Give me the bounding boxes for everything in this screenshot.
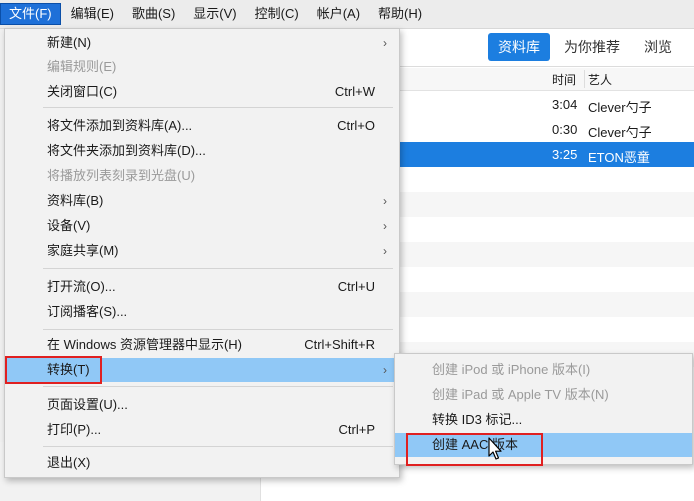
menu-edit[interactable]: 编辑(E) (63, 3, 122, 25)
menu-shortcut: Ctrl+U (337, 279, 375, 294)
empty-row (400, 192, 694, 217)
menu-shortcut: Ctrl+Shift+R (304, 337, 375, 352)
column-header-artist[interactable]: 艺人 (588, 71, 612, 88)
menu-item-home-sharing[interactable]: 家庭共享(M) › (5, 239, 399, 263)
menu-item-label: 打开流(O)... (47, 279, 116, 294)
song-artist: Clever勺子 (588, 100, 652, 115)
menu-item-label: 家庭共享(M) (47, 243, 119, 258)
menu-item-label: 将文件夹添加到资料库(D)... (47, 143, 206, 158)
submenu-item-ipod-iphone: 创建 iPod 或 iPhone 版本(I) (395, 358, 692, 382)
table-row[interactable]: 3:04 Clever勺子 (400, 92, 694, 117)
menu-item-subscribe-podcast[interactable]: 订阅播客(S)... (5, 300, 399, 324)
song-artist: Clever勺子 (588, 125, 652, 140)
menu-item-new[interactable]: 新建(N) › (5, 31, 399, 55)
tab-browse[interactable]: 浏览 (634, 33, 682, 61)
empty-row (400, 242, 694, 267)
view-tabs: 资料库 为你推荐 浏览 (488, 33, 682, 61)
menu-item-show-in-explorer[interactable]: 在 Windows 资源管理器中显示(H) Ctrl+Shift+R (5, 333, 399, 357)
menu-item-label: 退出(X) (47, 455, 91, 470)
menu-file[interactable]: 文件(F) (0, 3, 61, 25)
tab-library[interactable]: 资料库 (488, 33, 550, 61)
menu-item-label: 设备(V) (47, 218, 91, 233)
song-time: 0:30 (552, 122, 578, 137)
menu-item-label: 创建 iPad 或 Apple TV 版本(N) (432, 387, 609, 402)
mouse-cursor-icon (488, 437, 502, 460)
submenu-item-convert-id3[interactable]: 转换 ID3 标记... (395, 408, 692, 432)
file-menu-dropdown: 新建(N) › 编辑规则(E) 关闭窗口(C) Ctrl+W 将文件添加到资料库… (4, 28, 400, 478)
annotation-highlight-convert (5, 356, 102, 384)
menu-song[interactable]: 歌曲(S) (124, 3, 183, 25)
submenu-arrow-icon: › (383, 363, 387, 377)
tabs-divider (400, 66, 694, 67)
table-row[interactable]: 0:30 Clever勺子 (400, 117, 694, 142)
column-divider (584, 70, 585, 88)
song-time: 3:25 (552, 147, 578, 162)
menu-item-label: 打印(P)... (47, 422, 102, 437)
menu-item-open-stream[interactable]: 打开流(O)... Ctrl+U (5, 275, 399, 299)
menu-shortcut: Ctrl+P (338, 422, 375, 437)
annotation-highlight-create-aac (406, 433, 543, 466)
table-row-selected[interactable]: 3:25 ETON恶童 (400, 142, 694, 167)
menu-separator (43, 107, 393, 108)
column-header-time[interactable]: 时间 (552, 71, 576, 88)
submenu-item-ipad-appletv: 创建 iPad 或 Apple TV 版本(N) (395, 383, 692, 407)
song-table-header: 时间 艺人 (400, 68, 694, 91)
menu-item-label: 页面设置(U)... (47, 397, 128, 412)
submenu-arrow-icon: › (383, 36, 387, 50)
menu-item-exit[interactable]: 退出(X) (5, 451, 399, 475)
menu-item-label: 将文件添加到资料库(A)... (47, 118, 193, 133)
menu-item-label: 将播放列表刻录到光盘(U) (47, 168, 196, 183)
menu-item-library[interactable]: 资料库(B) › (5, 189, 399, 213)
menu-controls[interactable]: 控制(C) (247, 3, 307, 25)
menu-view[interactable]: 显示(V) (185, 3, 244, 25)
submenu-arrow-icon: › (383, 244, 387, 258)
empty-row (400, 292, 694, 317)
menu-item-label: 资料库(B) (47, 193, 104, 208)
submenu-arrow-icon: › (383, 219, 387, 233)
menu-item-label: 编辑规则(E) (47, 59, 117, 74)
tab-for-you[interactable]: 为你推荐 (554, 33, 630, 61)
menu-item-print[interactable]: 打印(P)... Ctrl+P (5, 418, 399, 442)
menu-item-burn-playlist: 将播放列表刻录到光盘(U) (5, 164, 399, 188)
menu-item-edit-rules: 编辑规则(E) (5, 55, 399, 79)
submenu-arrow-icon: › (383, 194, 387, 208)
menu-account[interactable]: 帐户(A) (309, 3, 368, 25)
menu-item-label: 新建(N) (47, 35, 92, 50)
menu-item-close-window[interactable]: 关闭窗口(C) Ctrl+W (5, 80, 399, 104)
menu-separator (43, 446, 393, 447)
menu-item-devices[interactable]: 设备(V) › (5, 214, 399, 238)
menu-item-label: 在 Windows 资源管理器中显示(H) (47, 337, 243, 352)
menu-item-label: 订阅播客(S)... (47, 304, 128, 319)
menu-separator (43, 268, 393, 269)
menu-shortcut: Ctrl+O (337, 118, 375, 133)
menu-item-add-file[interactable]: 将文件添加到资料库(A)... Ctrl+O (5, 114, 399, 138)
menu-item-label: 转换 ID3 标记... (432, 412, 523, 427)
menu-item-page-setup[interactable]: 页面设置(U)... (5, 393, 399, 417)
menu-item-label: 关闭窗口(C) (47, 84, 118, 99)
menu-help[interactable]: 帮助(H) (370, 3, 430, 25)
song-time: 3:04 (552, 97, 578, 112)
menu-shortcut: Ctrl+W (334, 84, 375, 99)
menu-item-add-folder[interactable]: 将文件夹添加到资料库(D)... (5, 139, 399, 163)
song-artist: ETON恶童 (588, 150, 650, 165)
menu-item-label: 创建 iPod 或 iPhone 版本(I) (432, 362, 591, 377)
menu-bar: 文件(F) 编辑(E) 歌曲(S) 显示(V) 控制(C) 帐户(A) 帮助(H… (0, 0, 694, 29)
menu-separator (43, 329, 393, 330)
menu-separator (43, 386, 393, 387)
